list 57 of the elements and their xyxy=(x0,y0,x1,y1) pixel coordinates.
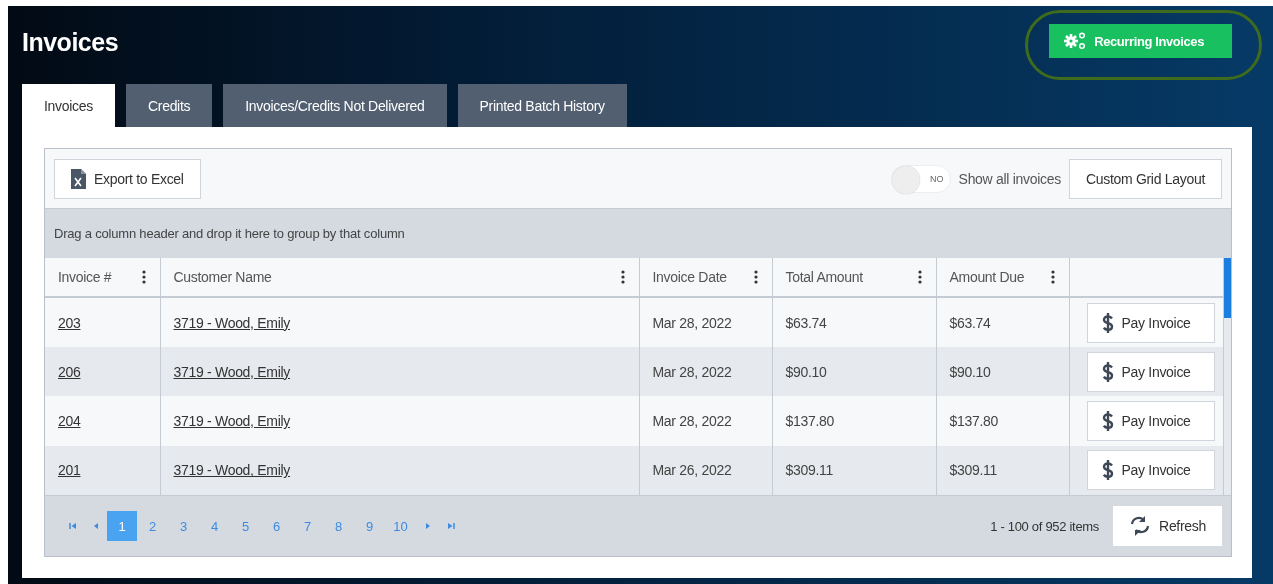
dollar-icon xyxy=(1101,312,1114,333)
gears-icon xyxy=(1063,31,1087,51)
table-cell: $90.10 xyxy=(949,363,991,380)
column-header[interactable]: Invoice Date xyxy=(639,258,772,297)
table-cell: $137.80 xyxy=(949,413,998,430)
first-page-icon xyxy=(68,522,77,530)
table-cell: Mar 28, 2022 xyxy=(652,363,732,380)
table-cell: $63.74 xyxy=(785,314,827,331)
table-cell: $90.10 xyxy=(785,363,827,380)
dollar-icon xyxy=(1101,411,1114,432)
pay-invoice-button[interactable]: Pay Invoice xyxy=(1086,351,1215,392)
column-header[interactable]: Invoice # xyxy=(45,258,160,297)
kebab-menu-icon xyxy=(1050,270,1055,284)
pay-invoice-button[interactable]: Pay Invoice xyxy=(1086,450,1215,491)
export-to-excel-button[interactable]: Export to Excel xyxy=(54,158,201,199)
toggle-switch[interactable]: NO xyxy=(890,164,951,193)
scrollbar[interactable] xyxy=(1223,258,1231,495)
refresh-button[interactable]: Refresh xyxy=(1113,506,1222,546)
custom-grid-layout-button[interactable]: Custom Grid Layout xyxy=(1068,158,1222,199)
page-title: Invoices xyxy=(22,27,119,57)
customer-link[interactable]: 3719 - Wood, Emily xyxy=(173,462,290,479)
table-cell: $309.11 xyxy=(785,462,833,479)
toggle-label: Show all invoices xyxy=(958,170,1061,187)
tab[interactable]: Printed Batch History xyxy=(457,84,627,127)
column-header[interactable]: Customer Name xyxy=(160,258,639,297)
invoice-link[interactable]: 203 xyxy=(58,314,81,331)
excel-file-icon xyxy=(71,168,86,189)
customer-link[interactable]: 3719 - Wood, Emily xyxy=(173,363,290,380)
kebab-menu-icon xyxy=(753,270,758,284)
dollar-icon xyxy=(1101,460,1114,481)
table-cell: Mar 28, 2022 xyxy=(652,413,732,430)
refresh-icon xyxy=(1129,515,1152,537)
table-cell: Mar 28, 2022 xyxy=(652,314,732,331)
pay-invoice-button[interactable]: Pay Invoice xyxy=(1086,302,1215,343)
invoice-link[interactable]: 204 xyxy=(58,413,81,430)
kebab-menu-icon xyxy=(917,270,922,284)
table-cell: $137.80 xyxy=(785,413,834,430)
kebab-menu-icon xyxy=(620,270,625,284)
table-cell: $309.11 xyxy=(949,462,997,479)
pay-invoice-button[interactable]: Pay Invoice xyxy=(1086,401,1215,442)
table-cell: $63.74 xyxy=(949,314,991,331)
customer-link[interactable]: 3719 - Wood, Emily xyxy=(173,413,290,430)
dollar-icon xyxy=(1101,361,1114,382)
group-hint: Drag a column header and drop it here to group by that column xyxy=(45,209,1231,258)
tab[interactable]: Credits xyxy=(125,84,213,127)
next-page-icon xyxy=(423,522,432,530)
last-page-icon xyxy=(446,522,455,530)
column-header[interactable]: Total Amount xyxy=(772,258,936,297)
invoice-link[interactable]: 206 xyxy=(58,363,81,380)
customer-link[interactable]: 3719 - Wood, Emily xyxy=(173,314,290,331)
invoice-link[interactable]: 201 xyxy=(58,462,81,479)
item-count: 1 - 100 of 952 items xyxy=(990,518,1100,534)
table-cell: Mar 26, 2022 xyxy=(652,462,732,479)
tab[interactable]: Invoices/Credits Not Delivered xyxy=(223,84,447,127)
tab[interactable]: Invoices xyxy=(22,84,115,127)
column-header[interactable]: Amount Due xyxy=(936,258,1069,297)
kebab-menu-icon xyxy=(141,270,146,284)
